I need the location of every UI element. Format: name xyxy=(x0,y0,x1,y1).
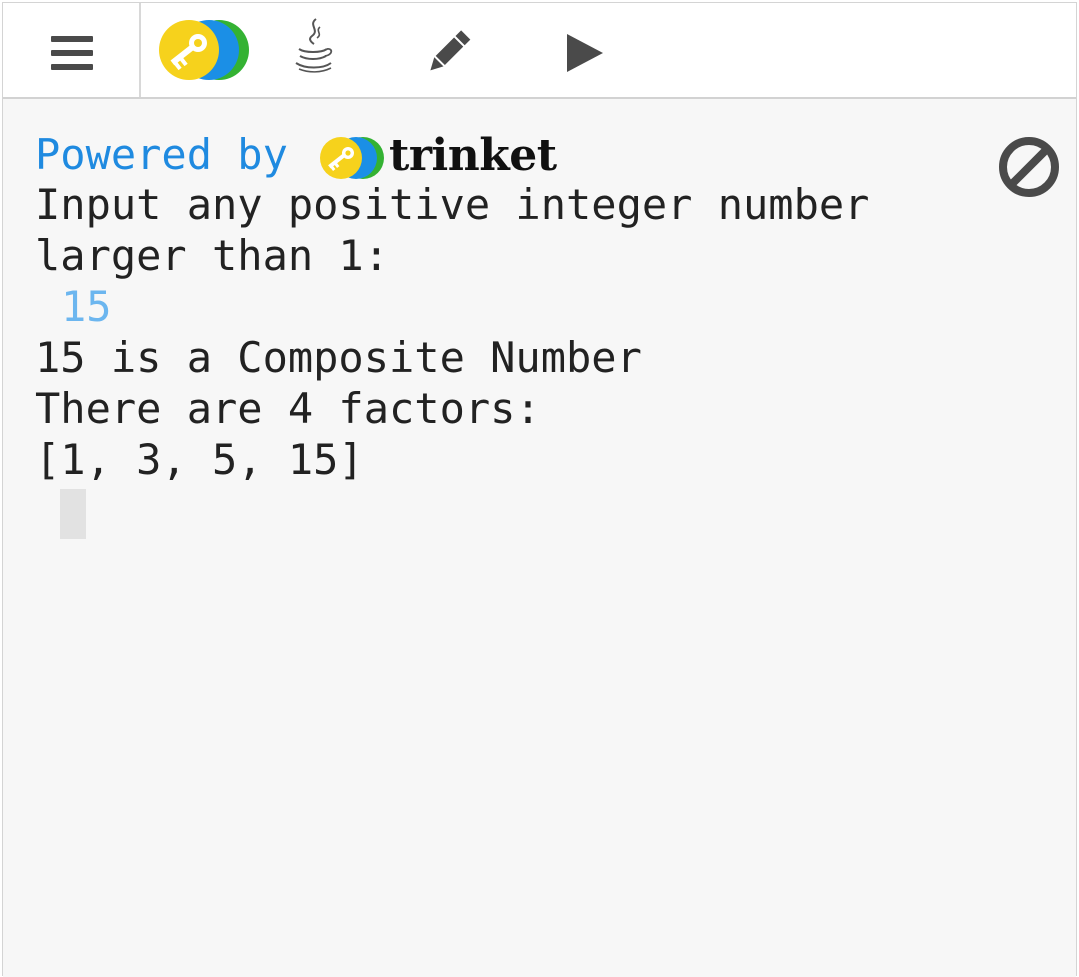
trinket-embed: Powered by trinket Input any positive in… xyxy=(2,2,1077,977)
output-line: There are 4 factors: xyxy=(35,384,541,433)
trinket-brand-label: trinket xyxy=(389,130,557,181)
output-line: [1, 3, 5, 15] xyxy=(35,435,364,484)
trinket-logo-button[interactable] xyxy=(155,3,255,97)
input-cursor[interactable] xyxy=(60,489,86,539)
toolbar xyxy=(3,3,1076,99)
console-output: Input any positive integer number larger… xyxy=(35,179,869,485)
pencil-icon xyxy=(430,30,471,71)
menu-button[interactable] xyxy=(3,3,141,97)
output-console: Powered by trinket Input any positive in… xyxy=(3,99,1076,977)
run-button[interactable] xyxy=(555,3,615,97)
stop-button[interactable] xyxy=(997,135,1061,199)
java-language-button[interactable] xyxy=(283,3,343,97)
java-coffee-cup-icon xyxy=(295,18,333,73)
output-line: larger than 1: xyxy=(35,231,390,280)
powered-by-label: Powered by xyxy=(35,130,288,179)
trinket-logo-icon xyxy=(320,137,384,179)
edit-button[interactable] xyxy=(417,3,477,97)
trinket-key-logo-icon xyxy=(159,20,249,80)
user-input-echo: 15 xyxy=(61,282,112,331)
output-line: Input any positive integer number xyxy=(35,180,870,229)
output-line: 15 is a Composite Number xyxy=(35,333,642,382)
play-icon xyxy=(567,34,603,72)
stop-prohibited-icon xyxy=(999,137,1059,197)
